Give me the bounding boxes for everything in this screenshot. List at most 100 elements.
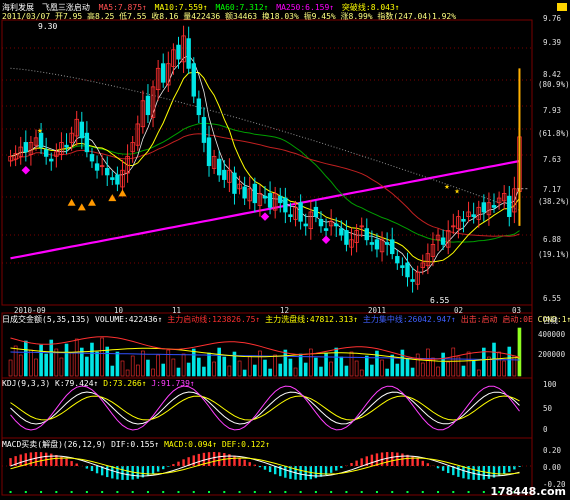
volume-bar [100,337,104,377]
candle-body [278,195,283,204]
volume-bar [44,353,48,377]
triangle-marker [87,198,96,206]
candle-body [89,154,95,162]
volume-bar [120,360,125,377]
macd-signal-dot [345,491,348,493]
volume-bar [446,361,451,377]
candle-body [471,214,476,218]
macd-bar [421,460,424,466]
kdj-title: KDJ(9,3,3) [2,379,51,388]
macd-signal-dot [467,491,470,493]
volume-bar [74,338,79,377]
macd-bar [416,458,419,466]
macd-bar [248,462,251,466]
volume-bar [364,355,369,377]
macd-signal-dot [101,491,104,493]
macd-signal-dot [391,491,394,493]
macd-bar [167,466,170,467]
candle-body [232,172,237,194]
macd-signal-dot [55,491,58,493]
candle-body [334,223,339,227]
macd-panel-header: MACD买卖(解盘)(26,12,9) DIF:0.155↑ MACD:0.09… [2,440,270,450]
macd-bar [447,466,450,474]
macd-signal-dot [24,491,27,493]
volume-bar [309,348,313,377]
volume-bar [283,349,288,377]
main-wash-value: 主力洗盘线:47812.313↑ [265,315,359,324]
volume-bar [171,358,176,377]
kdj-axis-2: 0 [543,425,548,434]
volume-bar [441,352,445,377]
volume-bar [400,349,405,377]
price-axis-pct-1: (80.9%) [538,80,570,89]
volume-bar [410,367,415,377]
macd-bar [370,454,374,466]
macd-bar [34,452,38,466]
volume-bar [370,364,374,377]
macd-bar [238,457,241,466]
macd-bar [497,466,501,476]
macd-bar [131,466,134,480]
macd-bar [156,466,160,472]
diamond-marker [21,166,31,175]
macd-signal-dot [330,491,333,493]
candle-body [374,239,380,250]
volume-bar [69,352,74,377]
volume-bar [207,352,211,377]
volume-bar [64,343,69,377]
price-axis-label-1: 9.39 [543,38,562,47]
candle-body [191,63,196,97]
volume-bar [380,359,384,377]
volume-bar [354,360,359,377]
candle-body [79,121,84,139]
volume-bar [512,355,517,377]
macd-signal-dot [131,491,134,493]
kdj-d-line [10,395,520,421]
chart-canvas: ★ ★ ★ [1,19,533,496]
candle-body [145,95,151,116]
price-axis-label-3: 7.93 [543,106,562,115]
macd-signal-dot [177,491,180,493]
macd-signal-dot [360,491,363,493]
macd-bar [243,459,246,466]
volume-bar [161,363,166,377]
candle-body [339,228,344,236]
macd-bar [426,463,430,466]
macd-bar [502,466,506,475]
volume-bar [314,357,318,377]
cond-value: 启动:0E [502,315,533,324]
volume-bar [426,348,430,377]
volume-bar [471,360,476,377]
candle-body [318,218,324,227]
candle-body [369,242,375,245]
macd-bar [106,466,109,478]
volume-axis-1: 200000 [538,350,566,359]
macd-dif: DIF:0.155↑ [111,440,160,449]
macd-signal-dot [40,491,43,493]
candle-body [64,144,69,148]
volume-bar [85,356,89,377]
volume-unit: 日线 [543,316,558,325]
macd-bar [126,466,129,480]
low-price-label: 6.55 [430,296,450,305]
macd-bar [304,466,307,480]
macd-signal-dot [269,491,272,493]
macd-signal-dot [253,491,256,493]
candle-body [49,158,54,162]
volume-bar [90,342,94,377]
volume-bar [13,345,18,377]
macd-bar [462,466,465,479]
volume-bar [497,351,501,377]
kdj-axis-1: 50 [543,404,553,413]
macd-bar [401,453,404,466]
macd-signal-dot [299,491,302,493]
candle-body [94,163,100,171]
price-axis-pct-3: (38.2%) [538,197,570,206]
macd-bar [70,461,73,466]
volume-value: VOLUME:422436↑ [95,315,163,324]
candle-body [405,262,410,278]
macd-bar [335,466,338,471]
volume-bar [181,353,186,377]
volume-bar [334,347,339,377]
kdj-k-line [10,391,520,425]
